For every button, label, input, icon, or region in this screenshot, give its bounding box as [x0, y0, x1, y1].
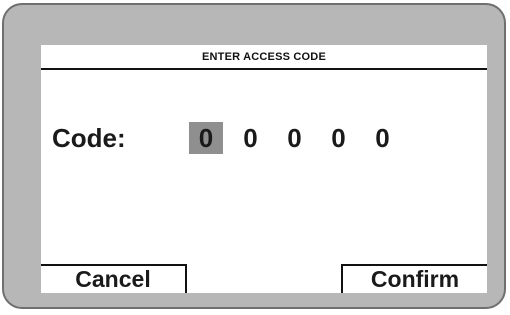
screen-title: ENTER ACCESS CODE [41, 45, 487, 70]
cancel-button[interactable]: Cancel [41, 264, 187, 293]
code-digit-2[interactable]: 0 [234, 122, 267, 154]
access-code-row: Code: 0 0 0 0 0 [52, 120, 410, 156]
display-screen: ENTER ACCESS CODE Code: 0 0 0 0 0 Cancel… [41, 45, 487, 293]
device-bezel: ENTER ACCESS CODE Code: 0 0 0 0 0 Cancel… [2, 3, 506, 309]
code-digit-4[interactable]: 0 [322, 122, 355, 154]
code-digits: 0 0 0 0 0 [189, 122, 410, 154]
code-digit-1[interactable]: 0 [189, 122, 223, 154]
confirm-button[interactable]: Confirm [341, 264, 487, 293]
code-digit-3[interactable]: 0 [278, 122, 311, 154]
code-label: Code: [52, 122, 126, 153]
code-digit-5[interactable]: 0 [366, 122, 399, 154]
